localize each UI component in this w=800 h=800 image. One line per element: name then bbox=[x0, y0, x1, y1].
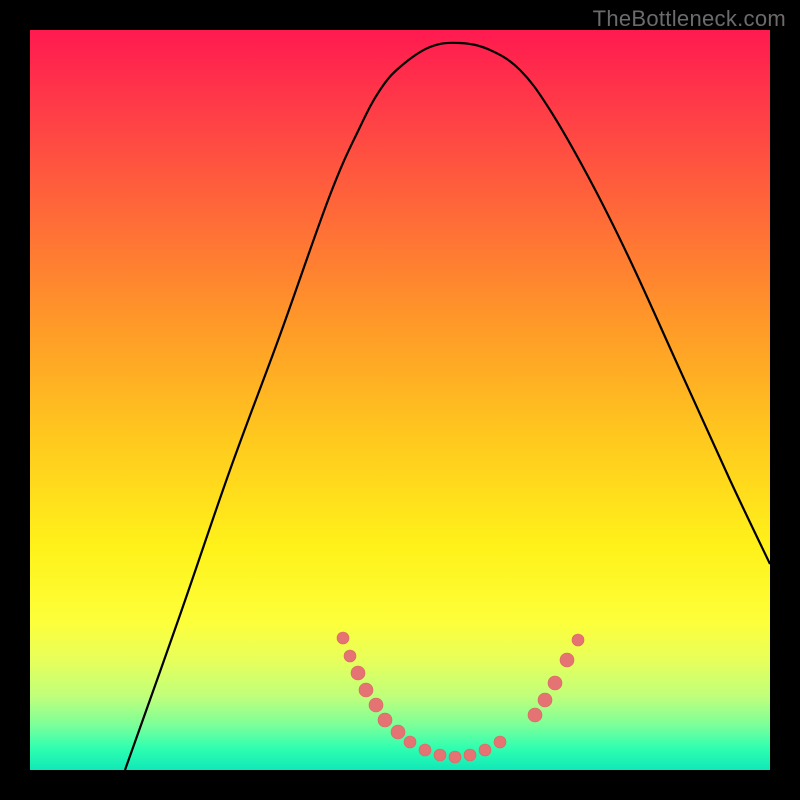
bottleneck-curve bbox=[125, 43, 770, 770]
curve-marker bbox=[434, 749, 446, 761]
curve-marker bbox=[464, 749, 476, 761]
watermark-label: TheBottleneck.com bbox=[593, 6, 786, 32]
curve-marker bbox=[560, 653, 574, 667]
curve-marker bbox=[528, 708, 542, 722]
plot-area bbox=[30, 30, 770, 770]
curve-marker bbox=[391, 725, 405, 739]
curve-marker bbox=[449, 751, 461, 763]
curve-marker bbox=[538, 693, 552, 707]
curve-marker bbox=[351, 666, 365, 680]
curve-marker bbox=[494, 736, 506, 748]
curve-marker bbox=[419, 744, 431, 756]
curve-markers bbox=[337, 632, 584, 763]
curve-marker bbox=[572, 634, 584, 646]
curve-marker bbox=[369, 698, 383, 712]
curve-layer bbox=[30, 30, 770, 770]
chart-frame: TheBottleneck.com bbox=[0, 0, 800, 800]
curve-marker bbox=[359, 683, 373, 697]
curve-marker bbox=[548, 676, 562, 690]
curve-marker bbox=[479, 744, 491, 756]
curve-marker bbox=[404, 736, 416, 748]
curve-marker bbox=[337, 632, 349, 644]
curve-marker bbox=[378, 713, 392, 727]
curve-marker bbox=[344, 650, 356, 662]
